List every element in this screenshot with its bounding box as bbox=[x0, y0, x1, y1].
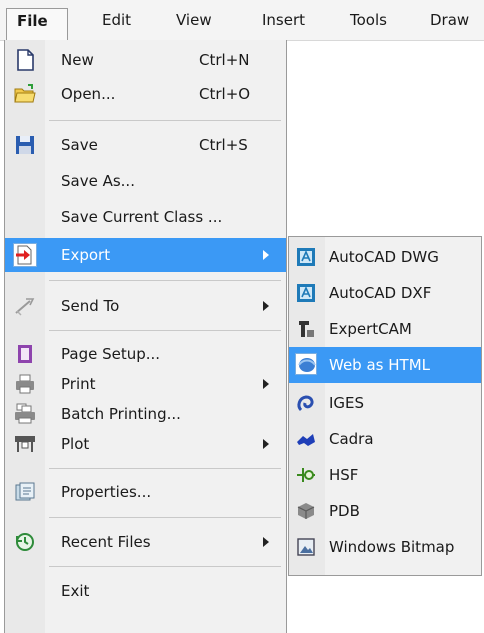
export-item-label: ExpertCAM bbox=[329, 320, 412, 338]
menu-item-plot[interactable]: Plot bbox=[5, 428, 286, 460]
menu-draw-label: Draw bbox=[430, 11, 470, 29]
expertcam-icon bbox=[295, 318, 317, 340]
menu-item-save-current-class[interactable]: Save Current Class ... bbox=[5, 201, 286, 233]
export-item-label: IGES bbox=[329, 394, 365, 412]
menu-item-new-shortcut: Ctrl+N bbox=[199, 51, 250, 69]
export-item-iges[interactable]: IGES bbox=[289, 387, 481, 419]
menu-item-plot-label: Plot bbox=[61, 435, 90, 453]
menu-item-recent-files-label: Recent Files bbox=[61, 533, 151, 551]
export-item-label: Cadra bbox=[329, 430, 374, 448]
menu-item-recent-files[interactable]: Recent Files bbox=[5, 526, 286, 558]
export-item-label: AutoCAD DXF bbox=[329, 284, 432, 302]
menu-item-export[interactable]: Export bbox=[5, 238, 286, 272]
menu-tools[interactable]: Tools bbox=[340, 8, 397, 32]
menu-item-save[interactable]: Save Ctrl+S bbox=[5, 129, 286, 161]
submenu-arrow-icon bbox=[263, 537, 269, 547]
batch-print-icon bbox=[13, 402, 37, 426]
export-item-label: PDB bbox=[329, 502, 360, 520]
menu-item-exit-label: Exit bbox=[61, 582, 90, 600]
separator bbox=[49, 120, 281, 121]
menu-edit-label: Edit bbox=[102, 11, 132, 29]
menu-item-open-label: Open... bbox=[61, 85, 116, 103]
menu-item-send-to[interactable]: Send To bbox=[5, 290, 286, 322]
menu-tools-label: Tools bbox=[350, 11, 387, 29]
menu-file[interactable]: File bbox=[6, 8, 68, 41]
menu-bar: File Edit View Insert Tools Draw bbox=[0, 0, 484, 41]
menu-item-page-setup-label: Page Setup... bbox=[61, 345, 161, 363]
printer-icon bbox=[13, 372, 37, 396]
menu-item-new-label: New bbox=[61, 51, 94, 69]
menu-item-properties[interactable]: Properties... bbox=[5, 476, 286, 508]
export-item-label: AutoCAD DWG bbox=[329, 248, 439, 266]
submenu-arrow-icon bbox=[263, 379, 269, 389]
menu-item-save-shortcut: Ctrl+S bbox=[199, 136, 248, 154]
menu-item-save-current-class-label: Save Current Class ... bbox=[61, 208, 223, 226]
menu-item-page-setup[interactable]: Page Setup... bbox=[5, 338, 286, 370]
pdb-icon bbox=[295, 500, 317, 522]
menu-item-exit[interactable]: Exit bbox=[5, 575, 286, 607]
menu-item-open-shortcut: Ctrl+O bbox=[199, 85, 251, 103]
menu-edit[interactable]: Edit bbox=[92, 8, 141, 32]
cadra-icon bbox=[295, 428, 317, 450]
menu-item-save-as[interactable]: Save As... bbox=[5, 165, 286, 197]
export-item-web-as-html[interactable]: Web as HTML bbox=[289, 347, 481, 383]
menu-item-save-as-label: Save As... bbox=[61, 172, 135, 190]
export-item-hsf[interactable]: HSF bbox=[289, 459, 481, 491]
windows-bitmap-icon bbox=[295, 536, 317, 558]
menu-item-print-label: Print bbox=[61, 375, 96, 393]
floppy-disk-icon bbox=[13, 133, 37, 157]
menu-item-open[interactable]: Open... Ctrl+O bbox=[5, 78, 286, 110]
file-menu: New Ctrl+N Open... Ctrl+O Save Ctrl+S Sa… bbox=[4, 40, 287, 633]
export-item-label: HSF bbox=[329, 466, 359, 484]
autocad-dxf-icon bbox=[295, 282, 317, 304]
menu-item-export-label: Export bbox=[61, 246, 111, 264]
export-item-label: Windows Bitmap bbox=[329, 538, 455, 556]
send-to-icon bbox=[13, 294, 37, 318]
separator bbox=[49, 566, 281, 567]
plotter-icon bbox=[13, 432, 37, 456]
submenu-arrow-icon bbox=[263, 439, 269, 449]
export-arrow-icon bbox=[13, 243, 37, 267]
menu-item-new[interactable]: New Ctrl+N bbox=[5, 44, 286, 76]
submenu-arrow-icon bbox=[263, 301, 269, 311]
new-document-icon bbox=[13, 48, 37, 72]
export-item-autocad-dwg[interactable]: AutoCAD DWG bbox=[289, 241, 481, 273]
separator bbox=[49, 280, 281, 281]
menu-item-batch-printing[interactable]: Batch Printing... bbox=[5, 398, 286, 430]
export-submenu: AutoCAD DWG AutoCAD DXF ExpertCAM Web as… bbox=[288, 236, 482, 576]
export-item-cadra[interactable]: Cadra bbox=[289, 423, 481, 455]
separator bbox=[49, 468, 281, 469]
menu-item-save-label: Save bbox=[61, 136, 98, 154]
recent-files-icon bbox=[13, 530, 37, 554]
menu-file-label: File bbox=[17, 12, 48, 30]
separator bbox=[49, 330, 281, 331]
export-item-pdb[interactable]: PDB bbox=[289, 495, 481, 527]
page-setup-icon bbox=[13, 342, 37, 366]
submenu-arrow-icon bbox=[263, 250, 269, 260]
menu-insert[interactable]: Insert bbox=[252, 8, 315, 32]
menu-view[interactable]: View bbox=[166, 8, 222, 32]
web-html-icon bbox=[295, 353, 317, 375]
export-item-label: Web as HTML bbox=[329, 356, 430, 374]
hsf-icon bbox=[295, 464, 317, 486]
autocad-dwg-icon bbox=[295, 246, 317, 268]
menu-item-print[interactable]: Print bbox=[5, 368, 286, 400]
separator bbox=[49, 517, 281, 518]
export-item-windows-bitmap[interactable]: Windows Bitmap bbox=[289, 531, 481, 563]
menu-item-batch-printing-label: Batch Printing... bbox=[61, 405, 181, 423]
menu-view-label: View bbox=[176, 11, 212, 29]
export-item-expertcam[interactable]: ExpertCAM bbox=[289, 313, 481, 345]
properties-icon bbox=[13, 480, 37, 504]
menu-item-properties-label: Properties... bbox=[61, 483, 152, 501]
menu-draw[interactable]: Draw bbox=[420, 8, 479, 32]
export-item-autocad-dxf[interactable]: AutoCAD DXF bbox=[289, 277, 481, 309]
open-folder-icon bbox=[13, 82, 37, 106]
menu-item-send-to-label: Send To bbox=[61, 297, 120, 315]
iges-icon bbox=[295, 392, 317, 414]
menu-insert-label: Insert bbox=[262, 11, 306, 29]
